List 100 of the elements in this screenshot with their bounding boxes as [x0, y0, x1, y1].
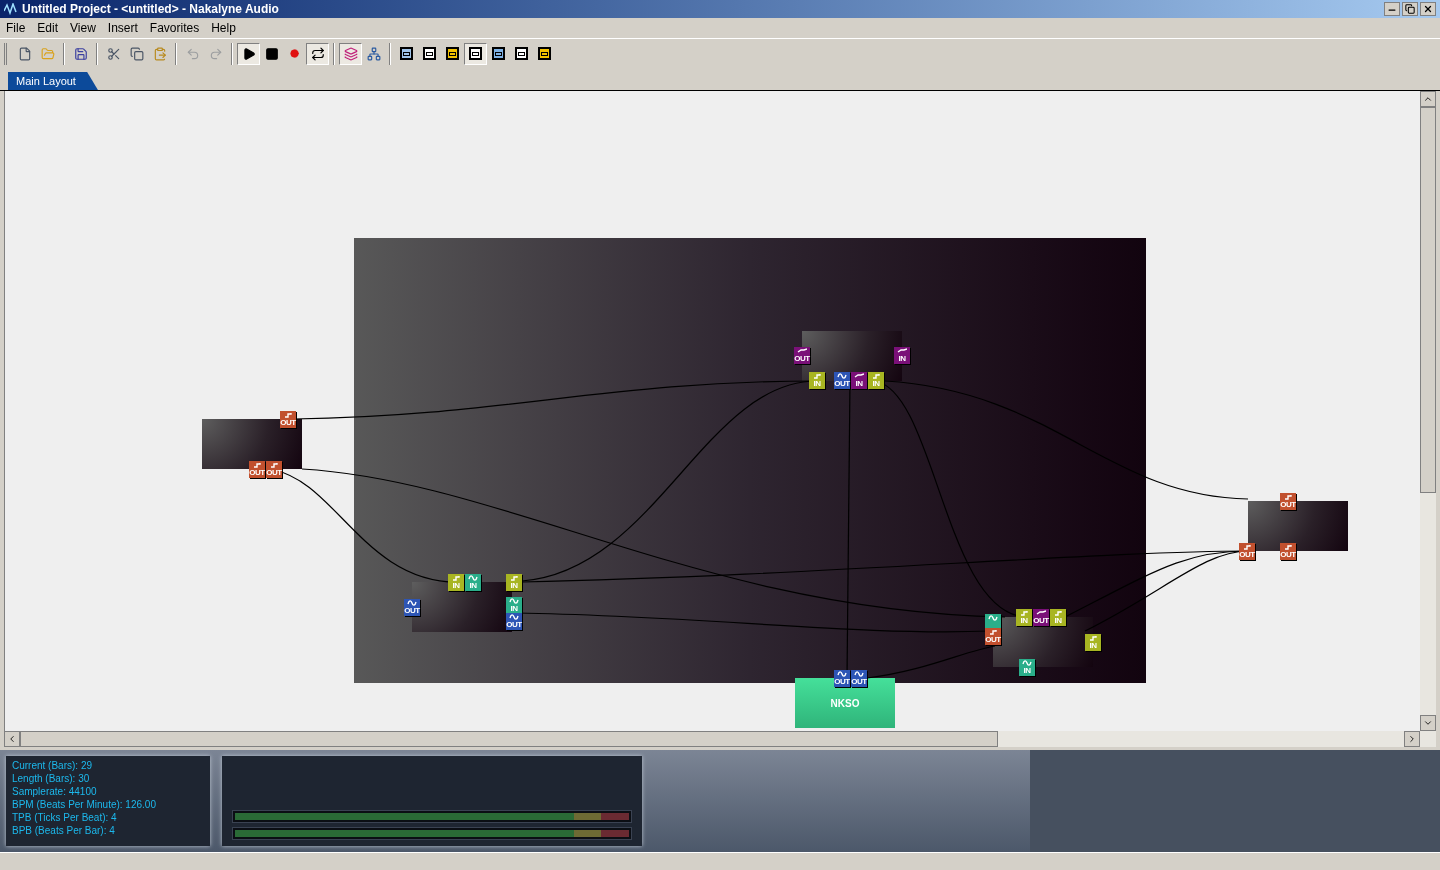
toolbar-button[interactable] [464, 42, 487, 65]
automation-glyph-icon [854, 373, 864, 379]
record-icon [290, 49, 299, 58]
port-label: OUT [1280, 550, 1296, 559]
scroll-up-icon [1423, 94, 1433, 104]
restore-icon [1405, 4, 1415, 14]
port-connector[interactable]: OUT [1239, 543, 1255, 560]
close-button[interactable] [1420, 2, 1436, 16]
port-label: OUT [985, 635, 1001, 644]
port-label: IN [1089, 641, 1097, 650]
note-glyph-icon [1088, 635, 1098, 641]
wave-glyph-icon [468, 575, 478, 581]
loop-icon [310, 46, 325, 61]
port-connector[interactable]: IN [1019, 659, 1035, 676]
note-glyph-icon [1242, 544, 1252, 550]
port-connector[interactable]: OUT [266, 461, 282, 478]
port-connector[interactable]: OUT [834, 670, 850, 687]
port-label: OUT [851, 677, 867, 686]
port-connector[interactable]: OUT [985, 628, 1001, 645]
horizontal-scrollbar[interactable] [4, 731, 1436, 747]
port-connector[interactable]: IN [465, 574, 481, 591]
stop-icon [264, 46, 279, 61]
folder-icon [40, 46, 55, 61]
port-connector[interactable]: OUT [1280, 543, 1296, 560]
module-node[interactable] [1248, 501, 1348, 551]
port-label: IN [452, 581, 460, 590]
menu-item[interactable]: File [1, 19, 31, 37]
port-label: OUT [249, 468, 265, 477]
port-connector[interactable]: IN [894, 347, 910, 364]
info-line: BPB (Beats Per Bar): 4 [12, 824, 116, 837]
toolbar-button[interactable] [237, 42, 260, 65]
automation-glyph-icon [1036, 610, 1046, 616]
menu-item[interactable]: Edit [32, 19, 64, 37]
note-glyph-icon [812, 373, 822, 379]
new-file-icon [17, 46, 32, 61]
scroll-down-icon [1423, 718, 1433, 728]
port-connector[interactable]: OUT [794, 347, 810, 364]
port-connector[interactable]: IN [851, 372, 867, 389]
restore-button[interactable] [1402, 2, 1418, 16]
port-label: OUT [404, 606, 420, 615]
module-node[interactable] [202, 419, 302, 469]
note-glyph-icon [451, 575, 461, 581]
port-connector[interactable]: OUT [404, 599, 420, 616]
vertical-scrollbar[interactable] [1420, 91, 1436, 731]
port-label: OUT [266, 468, 282, 477]
scroll-right-icon [1407, 734, 1417, 744]
port-label: IN [1023, 666, 1031, 675]
undo-icon [185, 46, 200, 61]
network-icon [366, 46, 381, 61]
close-icon [1423, 4, 1433, 14]
layers-icon [343, 46, 358, 61]
port-label: IN [510, 581, 518, 590]
port-label: IN [898, 354, 906, 363]
info-line: Samplerate: 44100 [12, 785, 98, 798]
port-label: OUT [834, 379, 850, 388]
note-glyph-icon [1283, 494, 1293, 500]
automation-glyph-icon [797, 348, 807, 354]
toolbar-button[interactable] [306, 42, 329, 65]
menu-item[interactable]: View [65, 19, 101, 37]
note-glyph-icon [1283, 544, 1293, 550]
copy-icon [129, 46, 144, 61]
port-label: IN [813, 379, 821, 388]
port-connector[interactable]: OUT [280, 411, 296, 428]
scroll-left-icon [7, 734, 17, 744]
port-connector[interactable]: OUT [506, 613, 522, 630]
port-label: OUT [506, 620, 522, 629]
port-label: OUT [834, 677, 850, 686]
menu-item[interactable]: Insert [102, 19, 143, 37]
wave-glyph-icon [988, 615, 998, 621]
waveform-logo-icon [4, 3, 18, 15]
window-title: Untitled Project - <untitled> - Nakalyne Audio [22, 1, 279, 18]
menu-item[interactable]: Favorites [144, 19, 205, 37]
layout-tab[interactable]: Main Layout [8, 72, 98, 90]
scissors-icon [106, 46, 121, 61]
note-glyph-icon [1019, 610, 1029, 616]
note-glyph-icon [988, 629, 998, 635]
port-connector[interactable]: OUT [1280, 493, 1296, 510]
note-glyph-icon [283, 412, 293, 418]
port-label: OUT [794, 354, 810, 363]
note-glyph-icon [509, 575, 519, 581]
port-label: IN [855, 379, 863, 388]
wave-glyph-icon [1022, 660, 1032, 666]
menu-item[interactable]: Help [206, 19, 241, 37]
note-glyph-icon [871, 373, 881, 379]
port-connector[interactable]: OUT [851, 670, 867, 687]
port-label: IN [1020, 616, 1028, 625]
port-label: IN [469, 581, 477, 590]
port-label: IN [510, 604, 518, 613]
port-label: OUT [1033, 616, 1049, 625]
port-connector[interactable]: OUT [834, 372, 850, 389]
port-label: IN [872, 379, 880, 388]
play-icon [241, 46, 256, 61]
automation-glyph-icon [897, 348, 907, 354]
port-label: OUT [1239, 550, 1255, 559]
port-connector[interactable]: OUT [1033, 609, 1049, 626]
port-label: OUT [1280, 500, 1296, 509]
wave-glyph-icon [837, 373, 847, 379]
port-connector[interactable]: OUT [249, 461, 265, 478]
info-line: BPM (Beats Per Minute): 126.00 [12, 798, 157, 811]
minimize-button[interactable] [1384, 2, 1400, 16]
